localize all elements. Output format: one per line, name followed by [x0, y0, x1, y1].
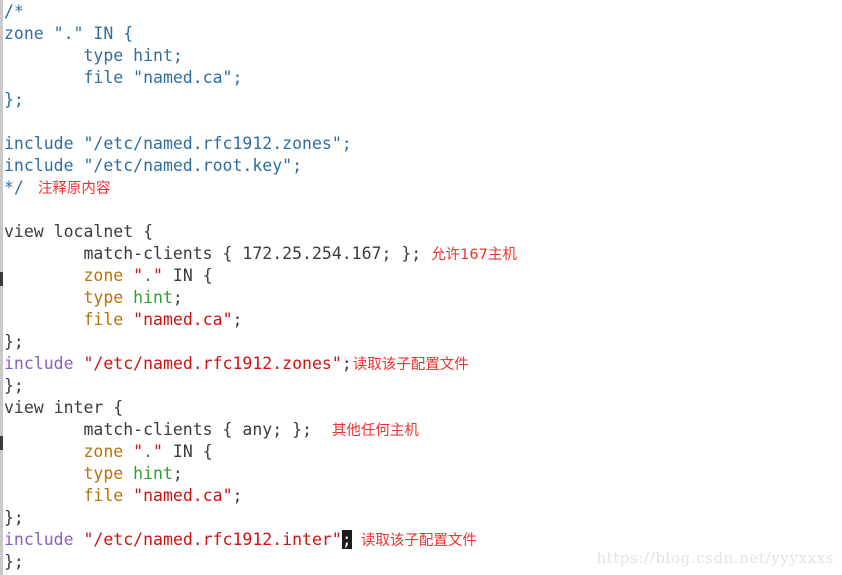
code-token: include	[4, 530, 74, 549]
annotation-text: 其他任何主机	[331, 423, 419, 439]
code-token: .	[143, 442, 154, 461]
code-line[interactable]	[4, 111, 842, 133]
code-line[interactable]: view localnet {	[4, 221, 842, 243]
code-line[interactable]: file "named.ca";	[4, 485, 842, 507]
code-token: include "/etc/named.rfc1912.zones";	[4, 134, 352, 153]
code-line[interactable]: view inter {	[4, 397, 842, 419]
code-line[interactable]: };	[4, 89, 842, 111]
code-line[interactable]: include "/etc/named.rfc1912.zones";读取该子配…	[4, 353, 842, 375]
code-editor-pane[interactable]: /* zone "." IN { type hint; file "named.c…	[0, 0, 842, 575]
code-line[interactable]: type hint;	[4, 287, 842, 309]
code-token: };	[4, 332, 24, 351]
code-token: type hint;	[4, 46, 183, 65]
code-token: type	[83, 288, 124, 307]
code-token: ;	[232, 310, 243, 329]
code-token: "	[123, 266, 144, 285]
code-line[interactable]: include "/etc/named.rfc1912.zones";	[4, 133, 842, 155]
code-token: };	[4, 90, 24, 109]
code-line[interactable]: include "/etc/named.root.key";	[4, 155, 842, 177]
code-token: hint	[133, 464, 173, 483]
annotation-text: 读取该子配置文件	[351, 533, 477, 549]
watermark-text: https://blog.csdn.net/yyyxxxs	[596, 549, 834, 567]
code-token: .	[143, 266, 154, 285]
code-token: ;	[172, 288, 183, 307]
code-token: "/etc/named.rfc1912.zones"	[83, 354, 342, 373]
code-token: ;	[232, 486, 243, 505]
code-token: file	[83, 310, 124, 329]
code-token: IN {	[162, 442, 213, 461]
code-token: "/etc/named.rfc1912.inter"	[83, 530, 342, 549]
code-token: view inter {	[4, 398, 124, 417]
code-line[interactable]: zone "." IN {	[4, 23, 842, 45]
code-token: "named.ca"	[133, 310, 233, 329]
code-token: "	[153, 442, 163, 461]
code-token: zone	[83, 266, 124, 285]
code-line[interactable]: file "named.ca";	[4, 67, 842, 89]
code-line[interactable]: file "named.ca";	[4, 309, 842, 331]
code-line[interactable]: */ 注释原内容	[4, 177, 842, 199]
code-token: include "/etc/named.root.key";	[4, 156, 303, 175]
annotation-text: 读取该子配置文件	[352, 357, 469, 373]
code-token: "	[153, 266, 163, 285]
code-token: zone "." IN {	[4, 24, 134, 43]
code-token: file	[83, 486, 124, 505]
code-line[interactable]: };	[4, 331, 842, 353]
code-line[interactable]: };	[4, 507, 842, 529]
annotation-text: 注释原内容	[37, 181, 111, 197]
code-token: "	[123, 442, 144, 461]
code-token: type	[83, 464, 124, 483]
code-token: match-clients { any; };	[4, 420, 332, 439]
code-token: };	[4, 376, 24, 395]
code-token: hint	[133, 288, 173, 307]
code-token: };	[4, 552, 24, 571]
code-token: ;	[341, 354, 352, 373]
gutter-marker-2[interactable]	[0, 436, 3, 450]
gutter-marker-1[interactable]	[0, 272, 3, 286]
code-token: file "named.ca";	[4, 68, 243, 87]
code-token: view localnet {	[4, 222, 154, 241]
code-line[interactable]: zone "." IN {	[4, 265, 842, 287]
code-line[interactable]: type hint;	[4, 45, 842, 67]
code-line[interactable]: /*	[4, 1, 842, 23]
code-line[interactable]: zone "." IN {	[4, 441, 842, 463]
code-token: };	[4, 508, 24, 527]
code-line[interactable]: match-clients { any; }; 其他任何主机	[4, 419, 842, 441]
code-token: /*	[4, 2, 24, 21]
code-text-area[interactable]: /* zone "." IN { type hint; file "named.c…	[4, 0, 842, 573]
annotation-text: 允许167主机	[431, 247, 517, 263]
code-token: IN {	[162, 266, 213, 285]
code-line[interactable]: include "/etc/named.rfc1912.inter"; 读取该子…	[4, 529, 842, 551]
code-token: zone	[83, 442, 124, 461]
code-token: */	[4, 178, 24, 197]
text-cursor: ;	[341, 530, 352, 549]
code-line[interactable]: match-clients { 172.25.254.167; }; 允许167…	[4, 243, 842, 265]
code-line[interactable]	[4, 199, 842, 221]
scroll-gutter-strip[interactable]	[0, 0, 3, 575]
code-token: match-clients { 172.25.254.167; };	[4, 244, 432, 263]
code-token: "named.ca"	[133, 486, 233, 505]
code-token: include	[4, 354, 74, 373]
code-line[interactable]: };	[4, 375, 842, 397]
code-token: ;	[172, 464, 183, 483]
code-line[interactable]: type hint;	[4, 463, 842, 485]
